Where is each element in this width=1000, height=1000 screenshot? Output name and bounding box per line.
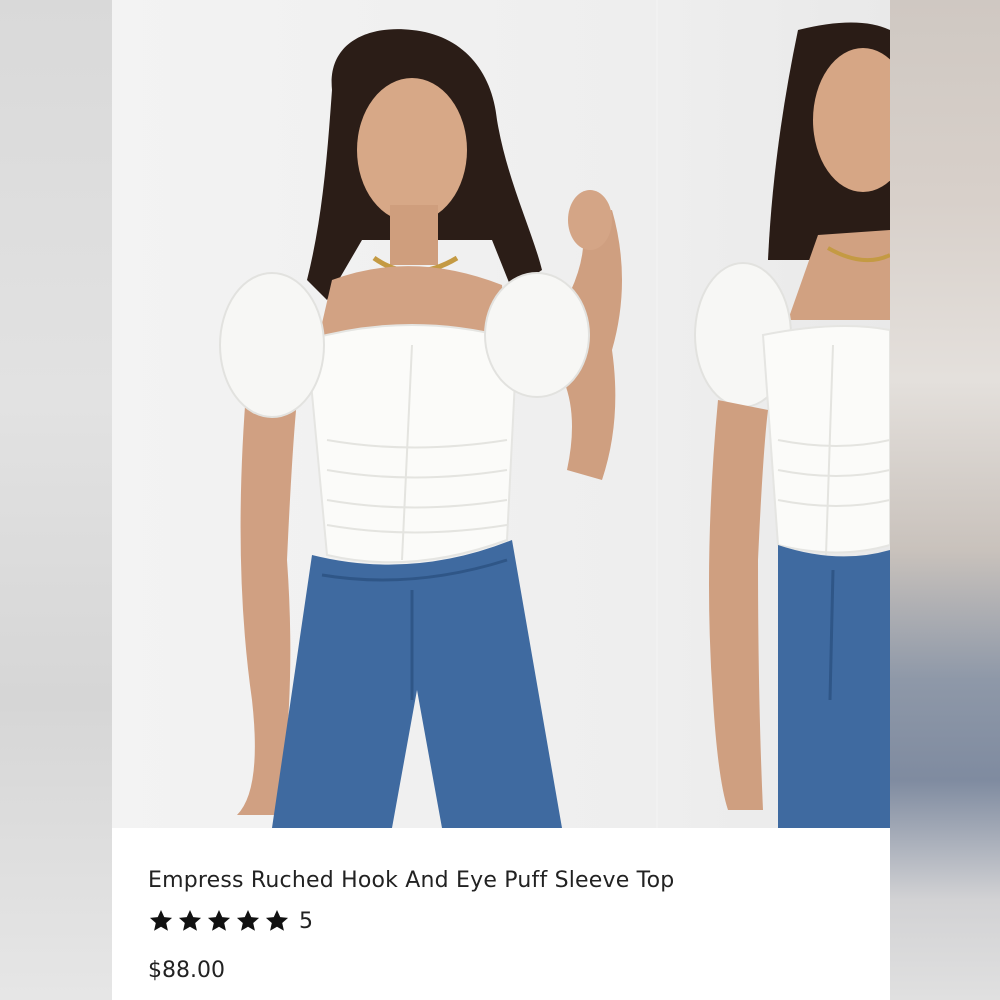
product-image-main[interactable] [112, 0, 656, 828]
star-icon [236, 909, 260, 931]
product-card[interactable]: Empress Ruched Hook And Eye Puff Sleeve … [112, 0, 890, 1000]
product-info: Empress Ruched Hook And Eye Puff Sleeve … [112, 828, 890, 1000]
product-price: $88.00 [148, 958, 225, 983]
model-front-illustration [219, 29, 622, 828]
star-icon [149, 909, 173, 931]
rating-count: 5 [299, 908, 313, 934]
product-rating[interactable]: 5 [148, 908, 313, 934]
star-icon [178, 909, 202, 931]
star-icon [207, 909, 231, 931]
product-image-secondary[interactable] [658, 0, 890, 828]
background-blur-left [0, 0, 112, 1000]
model-side-illustration [694, 22, 890, 828]
star-icon [265, 909, 289, 931]
product-title[interactable]: Empress Ruched Hook And Eye Puff Sleeve … [148, 868, 674, 893]
background-blur-right [888, 0, 1000, 1000]
product-image-gallery[interactable] [112, 0, 890, 828]
